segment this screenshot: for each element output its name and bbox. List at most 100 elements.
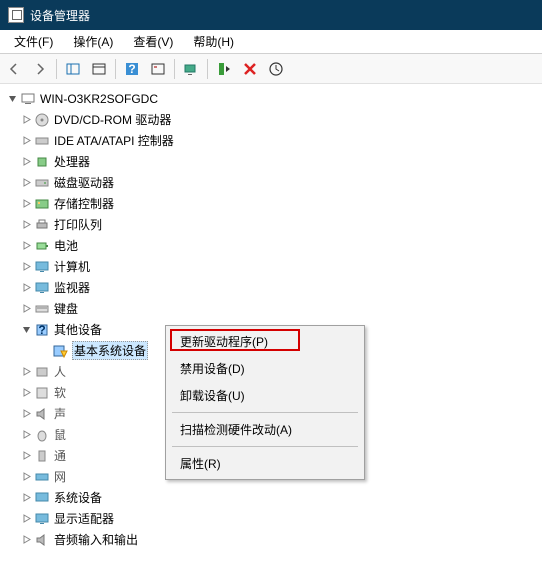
tree-root[interactable]: WIN-O3KR2SOFGDC (2, 88, 542, 109)
expand-icon[interactable] (20, 534, 32, 546)
svg-text:?: ? (38, 323, 45, 337)
unknown-icon: ? (34, 322, 50, 338)
app-icon (8, 7, 24, 23)
disk-icon (34, 175, 50, 191)
collapse-icon[interactable] (6, 93, 18, 105)
tree-node-print[interactable]: 打印队列 (2, 214, 542, 235)
usb-icon (34, 448, 50, 464)
node-label: 存储控制器 (54, 195, 114, 212)
node-label: 鼠 (54, 426, 66, 443)
expand-icon[interactable] (20, 450, 32, 462)
tree-node-ide[interactable]: IDE ATA/ATAPI 控制器 (2, 130, 542, 151)
expand-icon[interactable] (20, 114, 32, 126)
node-label-selected: 基本系统设备 (72, 341, 148, 360)
tree-node-keyboard[interactable]: 键盘 (2, 298, 542, 319)
tree-node-display[interactable]: 显示适配器 (2, 508, 542, 529)
tree-node-battery[interactable]: 电池 (2, 235, 542, 256)
expand-icon[interactable] (20, 135, 32, 147)
node-label: 网 (54, 468, 66, 485)
ctx-uninstall-device[interactable]: 卸载设备(U) (168, 382, 362, 409)
menu-file[interactable]: 文件(F) (4, 31, 63, 52)
node-label: 人 (54, 363, 66, 380)
node-label: 通 (54, 447, 66, 464)
titlebar: 设备管理器 (0, 0, 542, 30)
expand-icon[interactable] (20, 492, 32, 504)
menu-separator (172, 412, 358, 413)
expand-icon[interactable] (20, 387, 32, 399)
expand-icon[interactable] (20, 366, 32, 378)
system-icon (34, 490, 50, 506)
properties-button[interactable] (87, 57, 111, 81)
forward-button[interactable] (28, 57, 52, 81)
toolbar: ? (0, 54, 542, 84)
expand-icon[interactable] (20, 513, 32, 525)
tree-node-monitor[interactable]: 监视器 (2, 277, 542, 298)
device-tree[interactable]: WIN-O3KR2SOFGDC DVD/CD-ROM 驱动器 IDE ATA/A… (0, 84, 542, 554)
node-label: 计算机 (54, 258, 90, 275)
keyboard-icon (34, 301, 50, 317)
warning-device-icon (52, 343, 68, 359)
menu-action[interactable]: 操作(A) (63, 31, 123, 52)
node-label: 音频输入和输出 (54, 531, 138, 548)
show-hide-button[interactable] (61, 57, 85, 81)
disc-icon (34, 112, 50, 128)
printer-icon (34, 217, 50, 233)
node-label: 其他设备 (54, 321, 102, 338)
software-icon (34, 385, 50, 401)
tree-node-system[interactable]: 系统设备 (2, 487, 542, 508)
separator (115, 59, 116, 79)
tree-node-storage[interactable]: 存储控制器 (2, 193, 542, 214)
battery-icon (34, 238, 50, 254)
node-label: 监视器 (54, 279, 90, 296)
expand-icon[interactable] (20, 198, 32, 210)
storage-icon (34, 196, 50, 212)
expand-icon[interactable] (20, 156, 32, 168)
update-button[interactable] (264, 57, 288, 81)
scan-button[interactable] (179, 57, 203, 81)
mouse-icon (34, 427, 50, 443)
ctx-properties[interactable]: 属性(R) (168, 450, 362, 477)
tree-node-sound[interactable]: 音频输入和输出 (2, 529, 542, 550)
collapse-icon[interactable] (20, 324, 32, 336)
tree-node-disk[interactable]: 磁盘驱动器 (2, 172, 542, 193)
legacy-button[interactable] (146, 57, 170, 81)
node-label: 系统设备 (54, 489, 102, 506)
menu-help[interactable]: 帮助(H) (183, 31, 244, 52)
separator (174, 59, 175, 79)
node-label: 键盘 (54, 300, 78, 317)
enable-button[interactable] (212, 57, 236, 81)
node-label: DVD/CD-ROM 驱动器 (54, 111, 171, 128)
cpu-icon (34, 154, 50, 170)
expand-icon[interactable] (20, 219, 32, 231)
expand-icon[interactable] (20, 282, 32, 294)
expand-icon[interactable] (20, 471, 32, 483)
expand-icon[interactable] (20, 240, 32, 252)
network-icon (34, 469, 50, 485)
tree-node-cpu[interactable]: 处理器 (2, 151, 542, 172)
separator (207, 59, 208, 79)
uninstall-button[interactable] (238, 57, 262, 81)
expand-icon[interactable] (20, 429, 32, 441)
node-label: 磁盘驱动器 (54, 174, 114, 191)
tree-node-computer[interactable]: 计算机 (2, 256, 542, 277)
menu-view[interactable]: 查看(V) (123, 31, 183, 52)
expand-icon[interactable] (20, 261, 32, 273)
expand-icon[interactable] (20, 303, 32, 315)
svg-text:?: ? (128, 62, 135, 76)
ctx-disable-device[interactable]: 禁用设备(D) (168, 355, 362, 382)
ctx-update-driver[interactable]: 更新驱动程序(P) (168, 328, 362, 355)
node-label: 显示适配器 (54, 510, 114, 527)
node-label: 电池 (54, 237, 78, 254)
help-button[interactable]: ? (120, 57, 144, 81)
expand-icon[interactable] (20, 408, 32, 420)
tree-node-dvd[interactable]: DVD/CD-ROM 驱动器 (2, 109, 542, 130)
display-icon (34, 511, 50, 527)
node-label: 处理器 (54, 153, 90, 170)
menubar: 文件(F) 操作(A) 查看(V) 帮助(H) (0, 30, 542, 54)
expand-icon[interactable] (20, 177, 32, 189)
node-label: 软 (54, 384, 66, 401)
back-button[interactable] (2, 57, 26, 81)
speaker-icon (34, 532, 50, 548)
node-label: 声 (54, 405, 66, 422)
ctx-scan-hardware[interactable]: 扫描检测硬件改动(A) (168, 416, 362, 443)
